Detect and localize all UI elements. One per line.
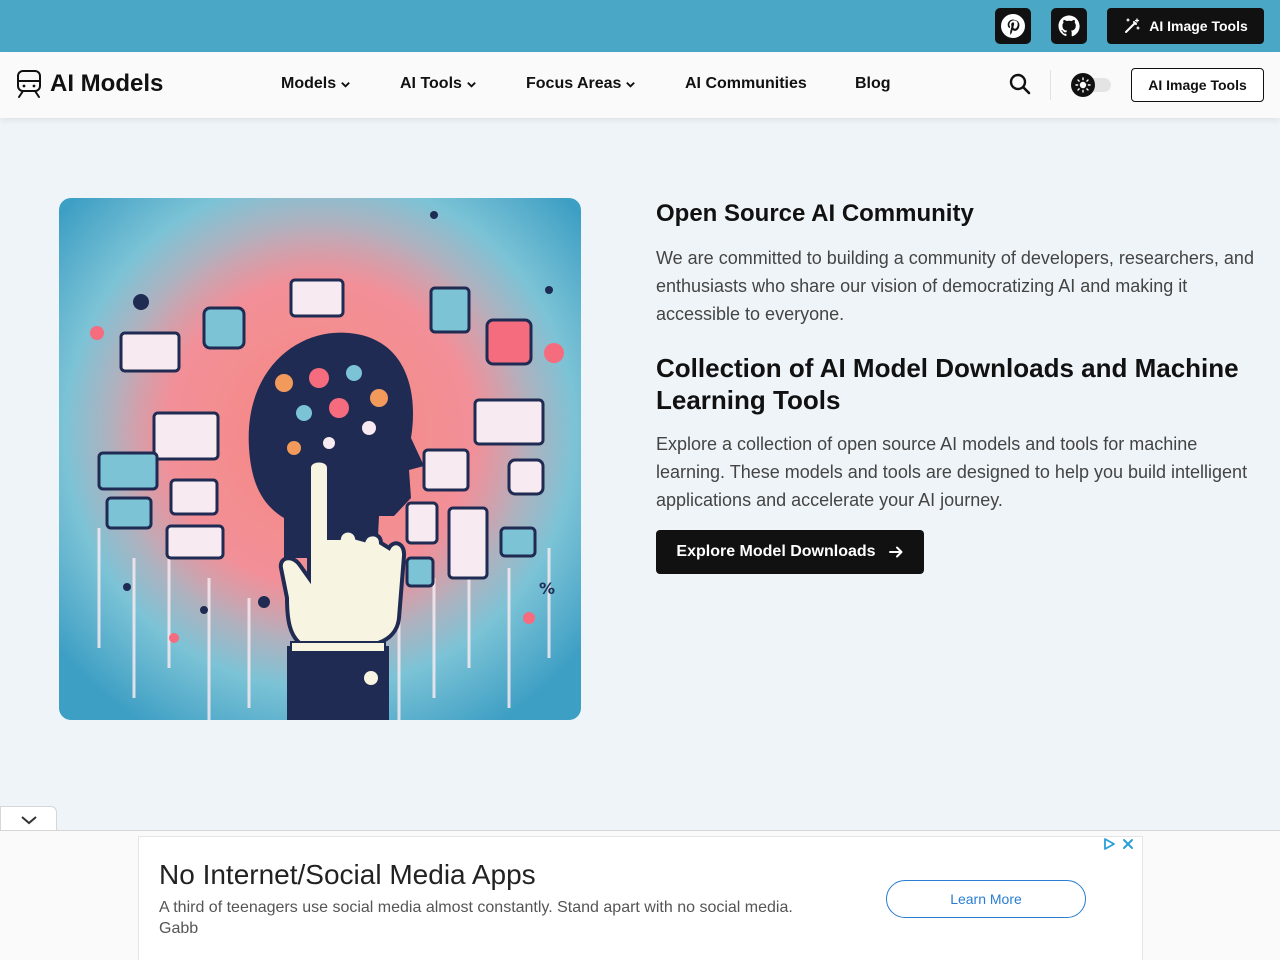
nav-item-models[interactable]: Models — [281, 75, 351, 93]
site-logo[interactable]: AI Models — [16, 69, 163, 99]
nav-item-label: AI Communities — [685, 75, 807, 92]
nav-item-label: Blog — [855, 75, 891, 92]
hero-content: Open Source AI Community We are committe… — [656, 198, 1260, 574]
search-button[interactable] — [1008, 72, 1032, 96]
nav-item-label: Focus Areas — [526, 75, 622, 92]
ad-banner[interactable]: No Internet/Social Media Apps A third of… — [138, 836, 1143, 960]
main-nav: AI Models Models AI Tools Focus Areas AI… — [0, 52, 1280, 118]
chevron-down-icon — [626, 81, 636, 88]
logo-text: AI Models — [50, 70, 164, 97]
ad-title[interactable]: No Internet/Social Media Apps — [159, 859, 536, 891]
chevron-down-icon — [341, 81, 350, 88]
hero-illustration: % — [59, 198, 581, 720]
nav-item-label: Models — [281, 75, 337, 92]
ai-image-tools-top-button[interactable]: AI Image Tools — [1107, 8, 1264, 44]
nav-item-ai-tools[interactable]: AI Tools — [400, 75, 477, 93]
theme-toggle[interactable] — [1071, 73, 1111, 97]
ad-collapse-button[interactable] — [0, 806, 57, 832]
nav-item-label: AI Tools — [400, 75, 462, 92]
learn-more-button[interactable]: Learn More — [886, 880, 1086, 918]
github-button[interactable] — [1051, 8, 1087, 44]
ai-brain-illustration: % — [59, 198, 581, 720]
train-icon — [17, 70, 41, 98]
chevron-down-icon — [20, 815, 37, 824]
theme-toggle-knob — [1071, 73, 1095, 97]
nav-item-blog[interactable]: Blog — [855, 75, 891, 93]
learn-more-label: Learn More — [950, 891, 1022, 907]
ad-description: A third of teenagers use social media al… — [159, 897, 859, 939]
ad-controls — [1102, 837, 1134, 851]
magic-wand-icon — [1125, 18, 1140, 33]
pinterest-button[interactable] — [995, 8, 1031, 44]
collection-heading: Collection of AI Model Downloads and Mac… — [656, 353, 1239, 415]
ai-image-tools-nav-button[interactable]: AI Image Tools — [1131, 68, 1264, 102]
top-bar: AI Image Tools — [0, 0, 1280, 52]
explore-model-downloads-button[interactable]: Explore Model Downloads — [656, 530, 924, 574]
close-icon[interactable] — [1122, 838, 1134, 850]
ai-image-tools-top-label: AI Image Tools — [1149, 18, 1248, 34]
search-icon — [1009, 73, 1031, 95]
adchoices-icon[interactable] — [1102, 837, 1116, 851]
collection-paragraph: Explore a collection of open source AI m… — [656, 434, 1248, 510]
nav-item-ai-communities[interactable]: AI Communities — [685, 75, 807, 93]
nav-divider — [1050, 70, 1051, 100]
arrow-right-icon — [888, 546, 903, 558]
chevron-down-icon — [467, 81, 476, 88]
pinterest-icon — [1001, 14, 1025, 38]
nav-item-focus-areas[interactable]: Focus Areas — [526, 75, 636, 93]
community-paragraph: We are committed to building a community… — [656, 248, 1254, 324]
community-heading: Open Source AI Community — [656, 200, 974, 227]
ad-advertiser: Gabb — [159, 920, 199, 937]
sun-icon — [1075, 77, 1091, 93]
ad-description-text: A third of teenagers use social media al… — [159, 899, 793, 916]
svg-text:%: % — [539, 579, 555, 598]
explore-model-downloads-label: Explore Model Downloads — [676, 543, 876, 560]
github-icon — [1058, 15, 1080, 37]
ai-image-tools-nav-label: AI Image Tools — [1148, 77, 1247, 93]
